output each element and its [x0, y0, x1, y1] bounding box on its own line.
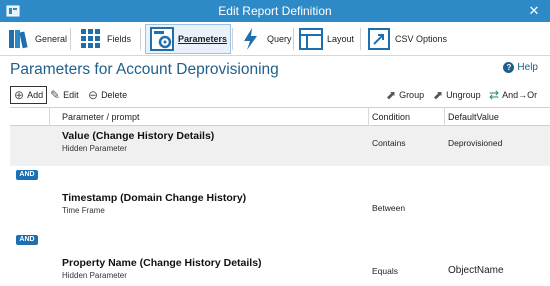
help-label: Help [517, 62, 538, 73]
ribbon-separator [232, 28, 233, 50]
column-divider [49, 108, 50, 126]
column-header-parameter[interactable]: Parameter / prompt [62, 112, 140, 122]
column-divider [368, 108, 369, 126]
condition-value: Between [372, 203, 406, 213]
pencil-icon: ✎ [50, 88, 61, 102]
page-title: Parameters for Account Deprovisioning [10, 61, 279, 78]
close-button[interactable]: ✕ [526, 3, 542, 19]
tab-layout-label: Layout [327, 34, 355, 44]
column-header-condition[interactable]: Condition [372, 112, 410, 122]
tab-query-label: Query [267, 34, 292, 44]
and-operator-badge[interactable]: AND [16, 235, 38, 245]
tab-general-label: General [35, 34, 68, 44]
table-row[interactable]: Value (Change History Details) Hidden Pa… [10, 126, 550, 166]
grid-icon [81, 29, 100, 48]
and-operator-badge[interactable]: AND [16, 170, 38, 180]
layout-icon [299, 28, 323, 50]
lightning-icon [244, 28, 257, 50]
tab-layout[interactable]: Layout [298, 24, 354, 54]
tab-parameters[interactable]: Parameters [145, 24, 232, 54]
delete-button[interactable]: ⊖ Delete [88, 86, 127, 104]
column-header-default[interactable]: DefaultValue [448, 112, 499, 122]
table-header: Parameter / prompt Condition DefaultValu… [10, 108, 550, 126]
tab-csv-options-label: CSV Options [395, 34, 448, 44]
group-label: Group [399, 90, 425, 100]
condition-value: Equals [372, 266, 398, 276]
tab-csv-options[interactable]: CSV Options [366, 24, 447, 54]
column-divider [444, 108, 445, 126]
tab-fields[interactable]: Fields [78, 24, 131, 54]
parameter-subtitle: Hidden Parameter [62, 271, 127, 280]
ungroup-label: Ungroup [446, 90, 481, 100]
ribbon: General Fields Parameters Query Layout C… [0, 22, 550, 56]
add-label: Add [27, 90, 44, 100]
ribbon-separator [293, 28, 294, 50]
table-row[interactable]: Property Name (Change History Details) H… [10, 248, 550, 286]
tab-parameters-label: Parameters [178, 34, 228, 44]
export-icon [368, 28, 390, 50]
parameter-subtitle: Hidden Parameter [62, 144, 127, 153]
parameter-title: Value (Change History Details) [62, 130, 215, 142]
help-icon: ? [503, 62, 515, 73]
window-title: Edit Report Definition [218, 4, 332, 18]
parameters-gear-icon [150, 27, 174, 51]
default-value: Deprovisioned [448, 138, 503, 148]
edit-button[interactable]: ✎ Edit [50, 86, 79, 104]
tab-query[interactable]: Query [238, 24, 292, 54]
help-link[interactable]: ? Help [503, 62, 538, 73]
minus-circle-icon: ⊖ [88, 88, 99, 102]
default-value: ObjectName [448, 265, 504, 276]
group-icon: ⬈ [386, 88, 397, 102]
ribbon-separator [360, 28, 361, 50]
parameter-title: Property Name (Change History Details) [62, 257, 262, 269]
ribbon-separator [70, 28, 71, 50]
parameter-subtitle: Time Frame [62, 206, 105, 215]
tab-general[interactable]: General [6, 24, 67, 54]
window-titlebar: Edit Report Definition ✕ [0, 0, 550, 22]
ungroup-button[interactable]: ⬈ Ungroup [433, 86, 481, 104]
delete-label: Delete [101, 90, 128, 100]
edit-label: Edit [63, 90, 79, 100]
books-icon [9, 30, 28, 49]
group-button[interactable]: ⬈ Group [386, 86, 424, 104]
and-or-label: And→Or [502, 90, 538, 100]
table-row[interactable]: Timestamp (Domain Change History) Time F… [10, 184, 550, 232]
add-button[interactable]: ⊕ Add [10, 86, 48, 104]
parameters-table: Parameter / prompt Condition DefaultValu… [10, 107, 550, 286]
condition-value: Contains [372, 138, 406, 148]
parameter-title: Timestamp (Domain Change History) [62, 192, 247, 204]
and-or-toggle-button[interactable]: ⇄ And→Or [489, 86, 537, 104]
tab-fields-label: Fields [107, 34, 132, 44]
parameters-toolbar: ⊕ Add ✎ Edit ⊖ Delete ⬈ Group ⬈ Ungroup … [0, 84, 550, 106]
ribbon-separator [140, 28, 141, 50]
ungroup-icon: ⬈ [433, 88, 444, 102]
swap-arrows-icon: ⇄ [489, 88, 500, 102]
plus-circle-icon: ⊕ [14, 88, 25, 102]
